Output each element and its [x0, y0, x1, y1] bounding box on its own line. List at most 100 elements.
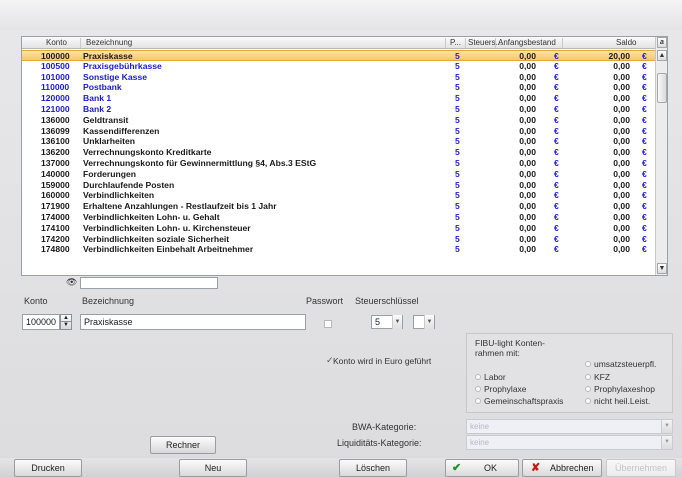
- drucken-button[interactable]: Drucken: [14, 459, 82, 477]
- stepper-down-icon[interactable]: ▼: [61, 322, 71, 329]
- table-row[interactable]: 174100 Verbindlichkeiten Lohn- u. Kirchen…: [22, 223, 656, 234]
- table-row[interactable]: 100000 Praxiskasse 5 0,00 €20,00 €: [22, 50, 656, 61]
- table-row[interactable]: 110000 Postbank 5 0,00 €0,00 €: [22, 82, 656, 93]
- labor-radio[interactable]: [475, 374, 481, 380]
- bwa-kategorie-select[interactable]: keine ▼: [466, 419, 673, 434]
- close-icon: ✘: [531, 462, 541, 474]
- umsatzsteuer-radio[interactable]: [585, 361, 591, 367]
- table-row[interactable]: 120000 Bank 1 5 0,00 €0,00 €: [22, 93, 656, 104]
- cell-saldo: 0,00: [613, 136, 630, 147]
- prophylaxe-label[interactable]: Prophylaxe: [484, 384, 527, 394]
- quick-search-input[interactable]: [80, 277, 218, 289]
- cell-steuer: 5: [455, 211, 460, 222]
- scroll-up-button[interactable]: ▲: [657, 50, 667, 61]
- gemeinschaftspraxis-radio[interactable]: [475, 398, 481, 404]
- fibu-title-line1: FIBU-light Konten-: [475, 338, 545, 348]
- nicht-heil-radio[interactable]: [585, 398, 591, 404]
- accounts-table[interactable]: Konto Bezeichnung P... Steuers... Anfang…: [21, 36, 668, 276]
- steuer-extra-select[interactable]: ▼: [413, 315, 435, 329]
- table-row[interactable]: 101000 Sonstige Kasse 5 0,00 €0,00 €: [22, 72, 656, 83]
- column-header-p[interactable]: P...: [450, 38, 461, 47]
- table-row[interactable]: 136100 Unklarheiten 5 0,00 €0,00 €: [22, 136, 656, 147]
- cell-currency: €: [554, 211, 559, 222]
- prophylaxeshop-label[interactable]: Prophylaxeshop: [594, 384, 655, 394]
- abbrechen-label: Abbrechen: [550, 463, 594, 473]
- table-row[interactable]: 174800 Verbindlichkeiten Einbehalt Arbeit…: [22, 244, 656, 255]
- cell-saldo: 0,00: [613, 222, 630, 233]
- table-row[interactable]: 137000 Verrechnungskonto für Gewinnermitt…: [22, 158, 656, 169]
- abbrechen-button[interactable]: ✘ Abbrechen: [522, 459, 602, 477]
- cell-bezeichnung: Erhaltene Anzahlungen - Restlaufzeit bis…: [83, 201, 277, 212]
- konto-label: Konto: [24, 296, 48, 306]
- column-separator: [495, 38, 496, 48]
- euro-checkbox-label[interactable]: Konto wird in Euro geführt: [333, 356, 431, 366]
- cell-konto: 121000: [41, 103, 70, 114]
- chevron-down-icon[interactable]: ▼: [661, 436, 672, 449]
- ok-button[interactable]: ✔ OK: [445, 459, 519, 477]
- loeschen-button[interactable]: Löschen: [339, 459, 407, 477]
- cell-currency: €: [554, 125, 559, 136]
- title-bar: [0, 0, 682, 30]
- table-row[interactable]: 100500 Praxisgebührkasse 5 0,00 €0,00 €: [22, 61, 656, 72]
- table-row[interactable]: 136099 Kassendifferenzen 5 0,00 €0,00 €: [22, 126, 656, 137]
- cell-currency: €: [554, 222, 559, 233]
- bezeichnung-label: Bezeichnung: [82, 296, 135, 306]
- table-row[interactable]: 136200 Verrechnungskonto Kreditkarte 5 0,00…: [22, 147, 656, 158]
- cell-steuer: 5: [455, 136, 460, 147]
- steuerschluessel-select[interactable]: 5 ▼: [371, 315, 403, 329]
- cell-anfangsbestand: 0,00: [519, 179, 536, 190]
- konto-stepper[interactable]: ▲ ▼: [60, 314, 72, 330]
- nicht-heil-label[interactable]: nicht heil.Leist.: [594, 396, 650, 406]
- column-chooser-icon[interactable]: a: [657, 37, 667, 48]
- scroll-down-button[interactable]: ▼: [657, 263, 667, 274]
- stepper-up-icon[interactable]: ▲: [61, 315, 71, 322]
- table-row[interactable]: 121000 Bank 2 5 0,00 €0,00 €: [22, 104, 656, 115]
- cell-steuer: 5: [455, 201, 460, 212]
- kfz-label[interactable]: KFZ: [594, 372, 610, 382]
- table-row[interactable]: 160000 Verbindlichkeiten 5 0,00 €0,00 €: [22, 190, 656, 201]
- cell-currency: €: [554, 147, 559, 158]
- cell-steuer: 5: [455, 168, 460, 179]
- column-header-bezeichnung[interactable]: Bezeichnung: [86, 38, 132, 47]
- table-scrollbar[interactable]: a ▲ ▼: [655, 37, 667, 275]
- cell-bezeichnung: Verrechnungskonto für Gewinnermittlung §…: [83, 157, 317, 168]
- gemeinschaftspraxis-label[interactable]: Gemeinschaftspraxis: [484, 396, 563, 406]
- passwort-checkbox[interactable]: [324, 320, 332, 328]
- chevron-down-icon[interactable]: ▼: [661, 420, 672, 433]
- cell-anfangsbestand: 0,00: [519, 190, 536, 201]
- kfz-radio[interactable]: [585, 374, 591, 380]
- chevron-down-icon[interactable]: ▼: [424, 315, 434, 329]
- table-row[interactable]: 140000 Forderungen 5 0,00 €0,00 €: [22, 169, 656, 180]
- prophylaxe-radio[interactable]: [475, 386, 481, 392]
- table-row[interactable]: 136000 Geldtransit 5 0,00 €0,00 €: [22, 115, 656, 126]
- column-header-saldo[interactable]: Saldo: [616, 38, 636, 47]
- chevron-down-icon[interactable]: ▼: [392, 315, 402, 329]
- cell-steuer: 5: [455, 147, 460, 158]
- cell-steuer: 5: [455, 190, 460, 201]
- column-header-konto[interactable]: Konto: [46, 38, 67, 47]
- bezeichnung-field[interactable]: Praxiskasse: [80, 314, 306, 330]
- table-row[interactable]: 171900 Erhaltene Anzahlungen - Restlaufze…: [22, 201, 656, 212]
- steuerschluessel-value: 5: [375, 317, 381, 327]
- cell-bezeichnung: Verbindlichkeiten: [83, 190, 155, 201]
- rechner-button[interactable]: Rechner: [150, 436, 216, 454]
- cell-bezeichnung: Verbindlichkeiten soziale Sicherheit: [83, 233, 230, 244]
- table-row[interactable]: 174200 Verbindlichkeiten soziale Sicherhe…: [22, 234, 656, 245]
- column-header-anfangsbestand[interactable]: Anfangsbestand: [498, 38, 556, 47]
- table-row[interactable]: 174000 Verbindlichkeiten Lohn- u. Gehalt 5…: [22, 212, 656, 223]
- labor-label[interactable]: Labor: [484, 372, 506, 382]
- scroll-thumb[interactable]: [657, 73, 667, 103]
- liquiditaets-kategorie-select[interactable]: keine ▼: [466, 435, 673, 450]
- uebernehmen-button[interactable]: Übernehmen: [606, 459, 676, 477]
- neu-button[interactable]: Neu: [179, 459, 247, 477]
- konto-field[interactable]: 100000: [22, 314, 60, 330]
- column-separator: [80, 38, 81, 48]
- cell-anfangsbestand: 0,00: [519, 82, 536, 93]
- cell-bezeichnung: Bank 1: [83, 93, 112, 104]
- table-row[interactable]: 159000 Durchlaufende Posten 5 0,00 €0,00 €: [22, 180, 656, 191]
- prophylaxeshop-radio[interactable]: [585, 386, 591, 392]
- column-separator: [562, 38, 563, 48]
- cell-konto: 136000: [41, 114, 70, 125]
- umsatzsteuer-label[interactable]: umsatzsteuerpfl.: [594, 359, 656, 369]
- cell-konto: 120000: [41, 93, 70, 104]
